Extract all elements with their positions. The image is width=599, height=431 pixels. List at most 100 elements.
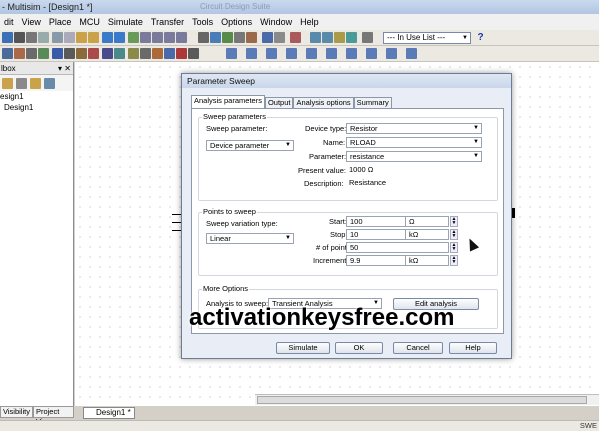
- tab-design1[interactable]: Design1 *: [83, 407, 135, 419]
- rf-icon[interactable]: [152, 48, 163, 59]
- in-use-list-dropdown[interactable]: --- In Use List --- ▼: [383, 32, 471, 44]
- tab-summary[interactable]: Summary: [353, 97, 392, 108]
- basic-icon[interactable]: [14, 48, 25, 59]
- arrow-icon[interactable]: [362, 32, 373, 43]
- menu-tools[interactable]: Tools: [188, 14, 217, 30]
- cut-icon[interactable]: [52, 32, 63, 43]
- page-icon[interactable]: [16, 78, 27, 89]
- close-icon[interactable]: ▾ ✕: [58, 62, 71, 75]
- mixed-icon[interactable]: [114, 48, 125, 59]
- electromechanical-icon[interactable]: [164, 48, 175, 59]
- search-icon[interactable]: [198, 32, 209, 43]
- new-folder-icon[interactable]: [2, 78, 13, 89]
- open-folder-icon[interactable]: [30, 78, 41, 89]
- sim-toolbar-icon-6[interactable]: [326, 48, 337, 59]
- analog-icon[interactable]: [52, 48, 63, 59]
- menu-window[interactable]: Window: [256, 14, 296, 30]
- menu-transfer[interactable]: Transfer: [147, 14, 188, 30]
- indicator-icon[interactable]: [128, 48, 139, 59]
- tab-output[interactable]: Output: [264, 97, 294, 108]
- description-box-icon[interactable]: [310, 32, 321, 43]
- ultiboard-icon[interactable]: [334, 32, 345, 43]
- print-icon[interactable]: [26, 32, 37, 43]
- points-input[interactable]: 50: [346, 242, 449, 253]
- stop-input[interactable]: 10: [346, 229, 406, 240]
- sim-toolbar-icon-2[interactable]: [246, 48, 257, 59]
- edit-icon[interactable]: [322, 32, 333, 43]
- ttl-icon[interactable]: [64, 48, 75, 59]
- tab-analysis-parameters[interactable]: Analysis parameters: [191, 95, 265, 108]
- back-annotate-icon[interactable]: [346, 32, 357, 43]
- name-dropdown[interactable]: RLOAD ▼: [346, 137, 482, 148]
- tab-analysis-options[interactable]: Analysis options: [293, 97, 354, 108]
- menu-edit[interactable]: dit: [0, 14, 18, 30]
- menu-place[interactable]: Place: [45, 14, 76, 30]
- undo-icon[interactable]: [102, 32, 113, 43]
- zoom-out-icon[interactable]: [152, 32, 163, 43]
- menu-options[interactable]: Options: [217, 14, 256, 30]
- start-unit-field[interactable]: Ω: [405, 216, 449, 227]
- simulate-button[interactable]: Simulate: [276, 342, 330, 354]
- placeholder-icon[interactable]: [176, 48, 187, 59]
- menu-help[interactable]: Help: [296, 14, 323, 30]
- increment-spinner[interactable]: ▲ ▼: [450, 255, 458, 266]
- menu-simulate[interactable]: Simulate: [104, 14, 147, 30]
- sweep-variation-dropdown[interactable]: Linear ▼: [206, 233, 294, 244]
- sweep-parameter-dropdown[interactable]: Device parameter ▼: [206, 140, 294, 151]
- device-type-dropdown[interactable]: Resistor ▼: [346, 123, 482, 134]
- copy-icon[interactable]: [64, 32, 75, 43]
- open-icon[interactable]: [2, 32, 13, 43]
- sim-toolbar-icon-8[interactable]: [366, 48, 377, 59]
- sim-toolbar-icon-7[interactable]: [346, 48, 357, 59]
- sim-toolbar-icon-9[interactable]: [386, 48, 397, 59]
- bus-icon[interactable]: [188, 48, 199, 59]
- cmos-icon[interactable]: [76, 48, 87, 59]
- points-spinner[interactable]: ▲ ▼: [450, 242, 458, 253]
- horizontal-scrollbar[interactable]: [255, 394, 599, 405]
- menu-view[interactable]: View: [18, 14, 45, 30]
- increment-unit-field[interactable]: kΩ: [405, 255, 449, 266]
- diode-icon[interactable]: [26, 48, 37, 59]
- parameter-dropdown[interactable]: resistance ▼: [346, 151, 482, 162]
- stop-spinner[interactable]: ▲ ▼: [450, 229, 458, 240]
- spreadsheet-icon[interactable]: [234, 32, 245, 43]
- cancel-button[interactable]: Cancel: [393, 342, 443, 354]
- full-screen-icon[interactable]: [128, 32, 139, 43]
- print-preview-icon[interactable]: [38, 32, 49, 43]
- save-icon[interactable]: [14, 32, 25, 43]
- hierarchy-icon[interactable]: [44, 78, 55, 89]
- zoom-fit-icon[interactable]: [176, 32, 187, 43]
- sim-toolbar-icon-1[interactable]: [226, 48, 237, 59]
- menu-mcu[interactable]: MCU: [75, 14, 104, 30]
- database-icon[interactable]: [222, 32, 233, 43]
- component-wizard-icon[interactable]: [246, 32, 257, 43]
- zoom-area-icon[interactable]: [164, 32, 175, 43]
- tree-item-design1[interactable]: Design1: [0, 102, 73, 113]
- postprocessor-icon[interactable]: [262, 32, 273, 43]
- ok-button[interactable]: OK: [335, 342, 383, 354]
- tree-item-root[interactable]: esign1: [0, 91, 73, 102]
- help-button[interactable]: Help: [449, 342, 497, 354]
- source-icon[interactable]: [2, 48, 13, 59]
- scrollbar-thumb[interactable]: [257, 396, 587, 404]
- delete-icon[interactable]: [88, 32, 99, 43]
- annotate-icon[interactable]: [290, 32, 301, 43]
- paste-icon[interactable]: [76, 32, 87, 43]
- help-icon[interactable]: ?: [475, 32, 486, 43]
- start-spinner[interactable]: ▲ ▼: [450, 216, 458, 227]
- sim-toolbar-icon-3[interactable]: [266, 48, 277, 59]
- tab-visibility[interactable]: Visibility: [0, 406, 33, 418]
- tab-project-view[interactable]: Project View: [32, 406, 74, 426]
- redo-icon[interactable]: [114, 32, 125, 43]
- stop-unit-field[interactable]: kΩ: [405, 229, 449, 240]
- mcu-icon[interactable]: [88, 48, 99, 59]
- antenna-icon[interactable]: [140, 48, 151, 59]
- zoom-in-icon[interactable]: [140, 32, 151, 43]
- transistor-icon[interactable]: [38, 48, 49, 59]
- misc-digital-icon[interactable]: [102, 48, 113, 59]
- sim-toolbar-icon-5[interactable]: [306, 48, 317, 59]
- sim-toolbar-icon-10[interactable]: [406, 48, 417, 59]
- sim-toolbar-icon-4[interactable]: [286, 48, 297, 59]
- increment-input[interactable]: 9.9: [346, 255, 406, 266]
- start-input[interactable]: 100: [346, 216, 406, 227]
